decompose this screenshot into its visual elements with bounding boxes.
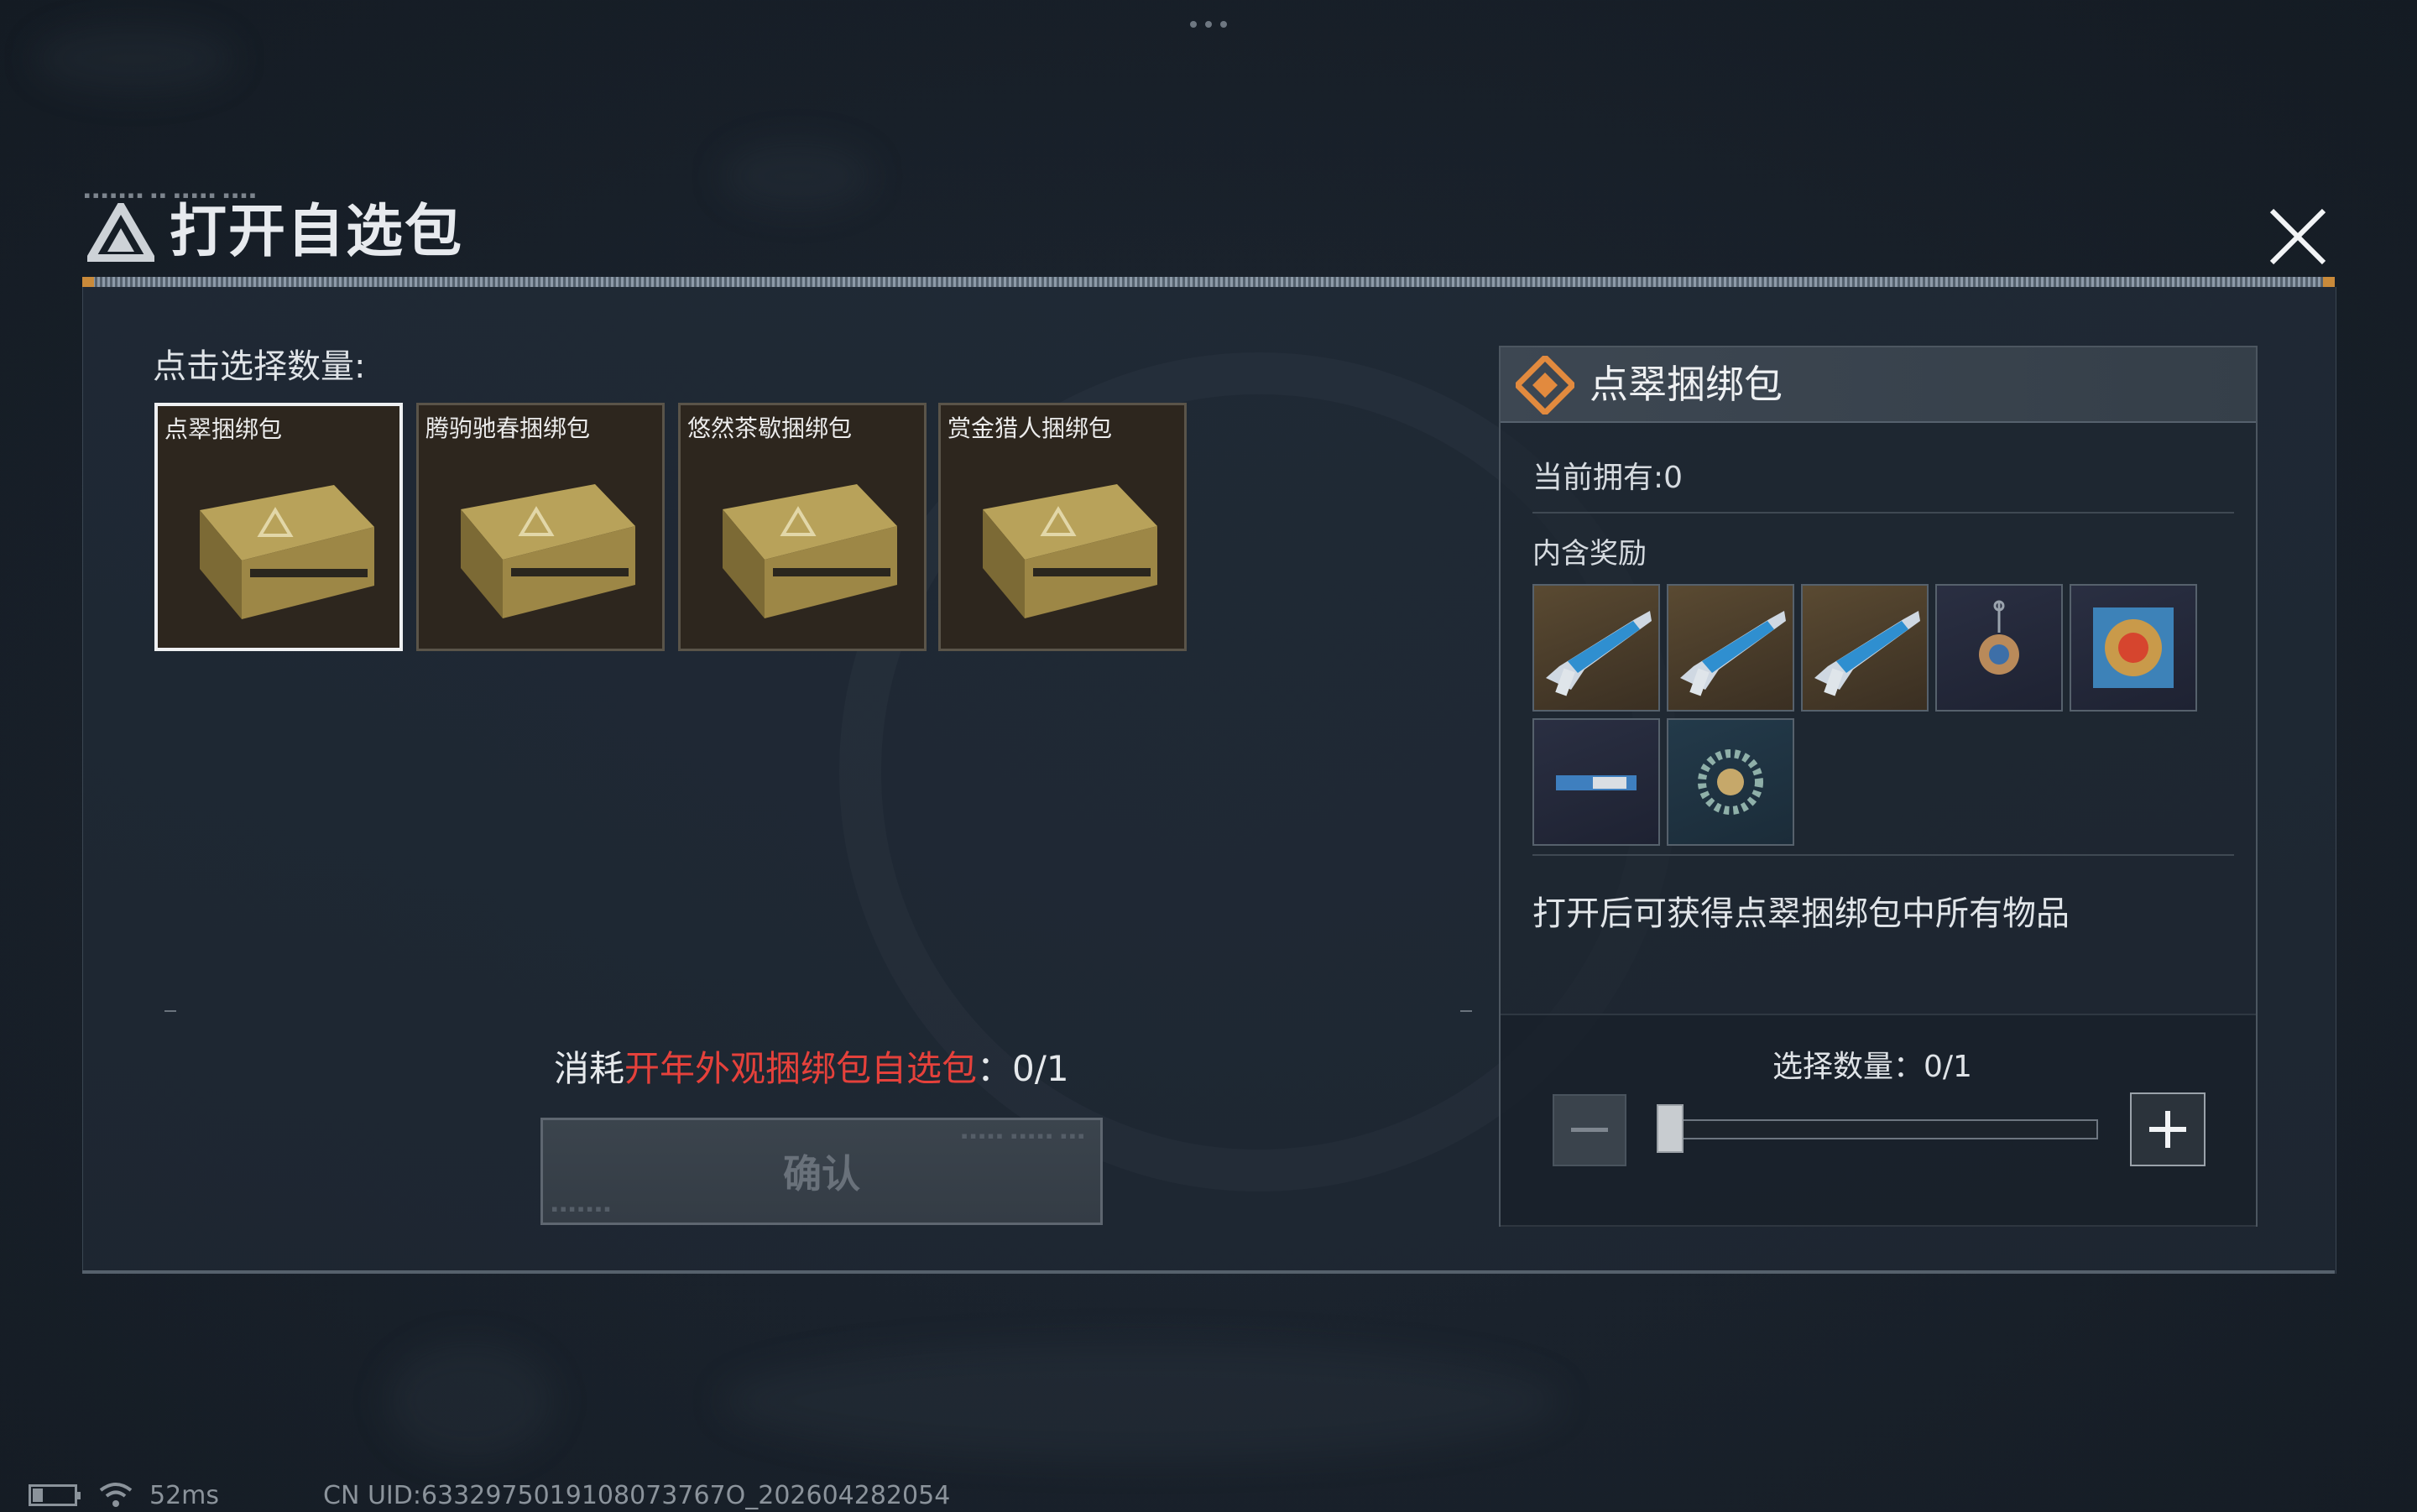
background-blur: [34, 25, 235, 92]
background-blur: [722, 1343, 1561, 1460]
avatar-frame-icon: [2093, 607, 2174, 688]
increase-button[interactable]: [2130, 1092, 2206, 1166]
pack-card-tengju[interactable]: 腾驹驰春捆绑包: [416, 403, 665, 651]
background-blur: [722, 143, 873, 210]
decrease-button[interactable]: [1553, 1094, 1626, 1166]
divider: [1532, 854, 2234, 856]
reward-rifle-skin-1[interactable]: [1532, 584, 1660, 712]
crate-icon: [983, 484, 1157, 618]
button-decoration: ▪▪▪▪▪ ▪▪▪▪▪ ▪▪▪: [961, 1130, 1087, 1141]
reward-rifle-skin-2[interactable]: [1667, 584, 1794, 712]
background-blur: [386, 1343, 554, 1460]
button-decoration: ▪▪▪▪▪▪▪: [551, 1203, 613, 1214]
reward-name-card[interactable]: [1532, 718, 1660, 846]
pack-name: 腾驹驰春捆绑包: [425, 414, 591, 442]
dialog-bottom-border: [82, 1270, 2335, 1274]
battery-level: [33, 1489, 43, 1502]
pack-description: 打开后可获得点翠捆绑包中所有物品: [1532, 894, 2070, 933]
pack-name: 悠然茶歇捆绑包: [687, 414, 853, 442]
pack-card-diancui[interactable]: 点翠捆绑包: [154, 403, 403, 651]
title-divider: [82, 277, 2335, 287]
quantity-slider[interactable]: [1658, 1119, 2098, 1139]
rifle-skin-icon: [1680, 611, 1786, 696]
close-icon: [2269, 208, 2326, 265]
orange-diamond-icon: [1513, 353, 1577, 417]
user-uid: CN UID:6332975019108073767O_202604282054: [323, 1480, 951, 1510]
rifle-skin-icon: [1546, 611, 1652, 696]
pack-card-youran[interactable]: 悠然茶歇捆绑包: [678, 403, 927, 651]
battery-icon: [29, 1484, 81, 1506]
crate-icon: [461, 484, 635, 618]
emblem-icon: [1698, 749, 1763, 815]
reward-emblem[interactable]: [1667, 718, 1794, 846]
owned-count: 当前拥有:0: [1532, 461, 1684, 495]
divider: [1532, 512, 2234, 514]
reward-avatar-frame[interactable]: [2070, 584, 2197, 712]
pack-card-shangjin[interactable]: 赏金猎人捆绑包: [938, 403, 1187, 651]
confirm-button[interactable]: ▪▪▪▪▪▪▪ ▪▪▪▪▪ ▪▪▪▪▪ ▪▪▪ 确认: [540, 1118, 1103, 1225]
cost-prefix: 消耗: [554, 1048, 625, 1089]
wifi-icon: [99, 1483, 133, 1507]
crate-icon: [723, 484, 897, 618]
quantity-slider-handle[interactable]: [1657, 1104, 1684, 1153]
ping: 52ms: [149, 1480, 220, 1510]
rewards-label: 内含奖励: [1532, 537, 1647, 571]
quantity-label: 选择数量：0/1: [1772, 1050, 1972, 1084]
title-divider-accent: [82, 277, 94, 287]
triangle-logo-icon: [83, 198, 159, 263]
more-dots-icon[interactable]: [1185, 18, 1232, 30]
divider-tick: [164, 1010, 176, 1012]
status-bar: 52ms CN UID:6332975019108073767O_2026042…: [29, 1478, 950, 1512]
cost-item: 开年外观捆绑包自选包: [624, 1048, 978, 1089]
name-card-icon: [1556, 775, 1637, 790]
charm-pendant-icon: [1979, 600, 2019, 675]
close-button[interactable]: [2256, 195, 2340, 279]
cost-count: ：0/1: [977, 1048, 1069, 1089]
confirm-label: 确认: [783, 1151, 860, 1197]
minus-icon: [1571, 1128, 1608, 1132]
cost-line: 消耗开年外观捆绑包自选包：0/1: [554, 1040, 1069, 1092]
pack-name: 赏金猎人捆绑包: [947, 414, 1113, 442]
reward-charm[interactable]: [1935, 584, 2063, 712]
plus-icon: [2149, 1111, 2186, 1148]
reward-rifle-skin-3[interactable]: [1801, 584, 1929, 712]
pack-detail-title: 点翠捆绑包: [1590, 362, 1783, 407]
dialog-title: 打开自选包: [170, 199, 464, 265]
pack-name: 点翠捆绑包: [164, 415, 283, 443]
divider-tick: [1460, 1010, 1472, 1012]
crate-icon: [200, 485, 374, 619]
select-quantity-label: 点击选择数量:: [153, 347, 366, 386]
rifle-skin-icon: [1814, 611, 1920, 696]
